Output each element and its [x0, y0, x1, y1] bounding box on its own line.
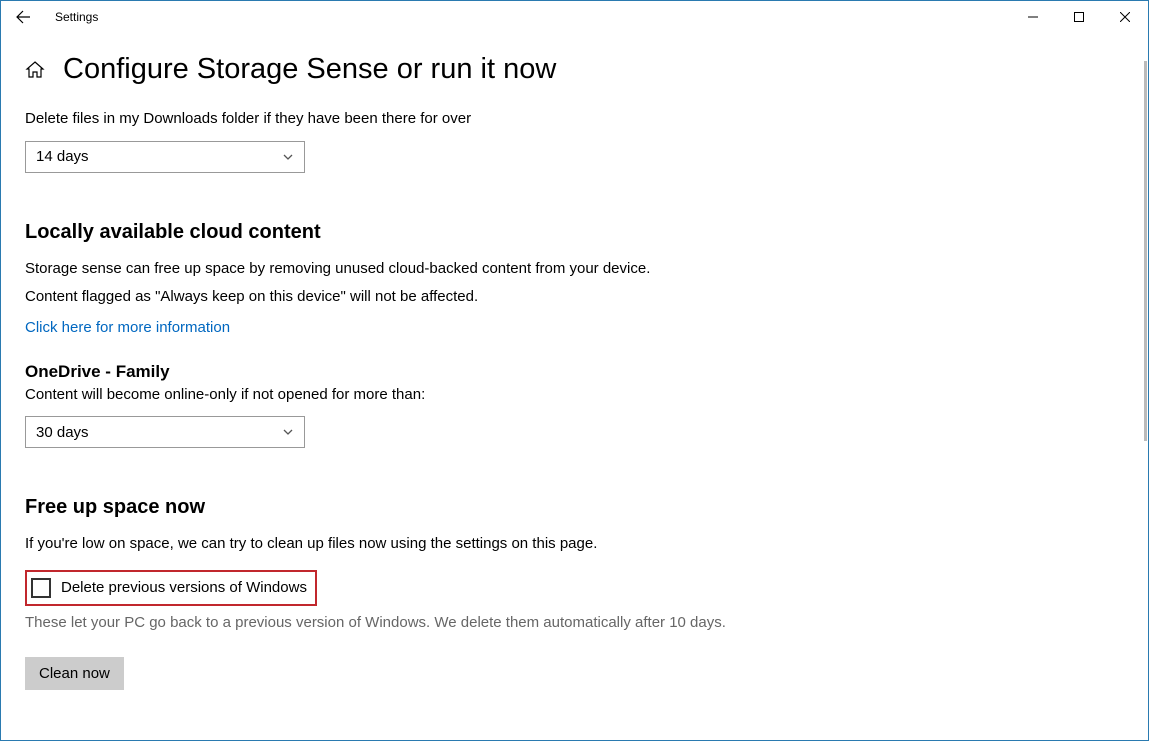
downloads-duration-value: 14 days	[36, 148, 89, 165]
downloads-label: Delete files in my Downloads folder if t…	[25, 108, 1124, 131]
minimize-button[interactable]	[1010, 1, 1056, 33]
checkbox-box	[31, 578, 51, 598]
clean-now-button[interactable]: Clean now	[25, 657, 124, 690]
cloud-content-heading: Locally available cloud content	[25, 221, 1124, 244]
back-button[interactable]	[1, 1, 45, 33]
window-controls	[1010, 1, 1148, 33]
onedrive-duration-value: 30 days	[36, 424, 89, 441]
chevron-down-icon	[282, 426, 294, 438]
onedrive-label: Content will become online-only if not o…	[25, 384, 1124, 407]
close-button[interactable]	[1102, 1, 1148, 33]
cloud-info-link[interactable]: Click here for more information	[25, 319, 1124, 336]
chevron-down-icon	[282, 151, 294, 163]
close-icon	[1120, 12, 1130, 22]
freeup-desc: If you're low on space, we can try to cl…	[25, 533, 1124, 556]
page-title: Configure Storage Sense or run it now	[63, 53, 556, 86]
checkbox-label: Delete previous versions of Windows	[61, 577, 307, 600]
title-bar: Settings	[1, 1, 1148, 33]
maximize-button[interactable]	[1056, 1, 1102, 33]
freeup-note: These let your PC go back to a previous …	[25, 612, 1124, 635]
page-header: Configure Storage Sense or run it now	[25, 53, 1124, 86]
onedrive-heading: OneDrive - Family	[25, 362, 1124, 382]
window-title: Settings	[55, 10, 98, 24]
minimize-icon	[1028, 12, 1038, 22]
scrollbar[interactable]	[1144, 61, 1147, 441]
cloud-desc-2: Content flagged as "Always keep on this …	[25, 286, 1124, 309]
onedrive-duration-select[interactable]: 30 days	[25, 416, 305, 448]
back-arrow-icon	[15, 9, 31, 25]
home-icon[interactable]	[25, 60, 45, 80]
freeup-heading: Free up space now	[25, 496, 1124, 519]
delete-previous-versions-checkbox[interactable]: Delete previous versions of Windows	[25, 570, 317, 607]
content-area: Configure Storage Sense or run it now De…	[1, 53, 1148, 710]
maximize-icon	[1074, 12, 1084, 22]
downloads-duration-select[interactable]: 14 days	[25, 141, 305, 173]
cloud-desc-1: Storage sense can free up space by remov…	[25, 258, 1124, 281]
